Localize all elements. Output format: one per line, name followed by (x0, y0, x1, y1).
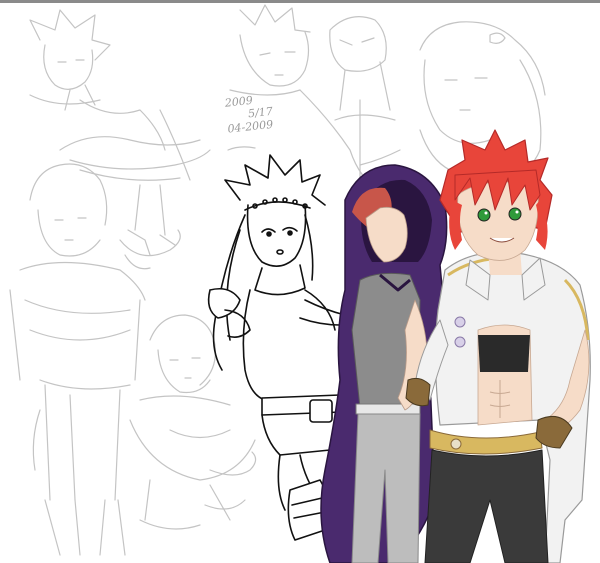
foreground-characters (207, 129, 591, 563)
artwork-canvas: 2009 5/17 04-2009 (0, 0, 600, 563)
